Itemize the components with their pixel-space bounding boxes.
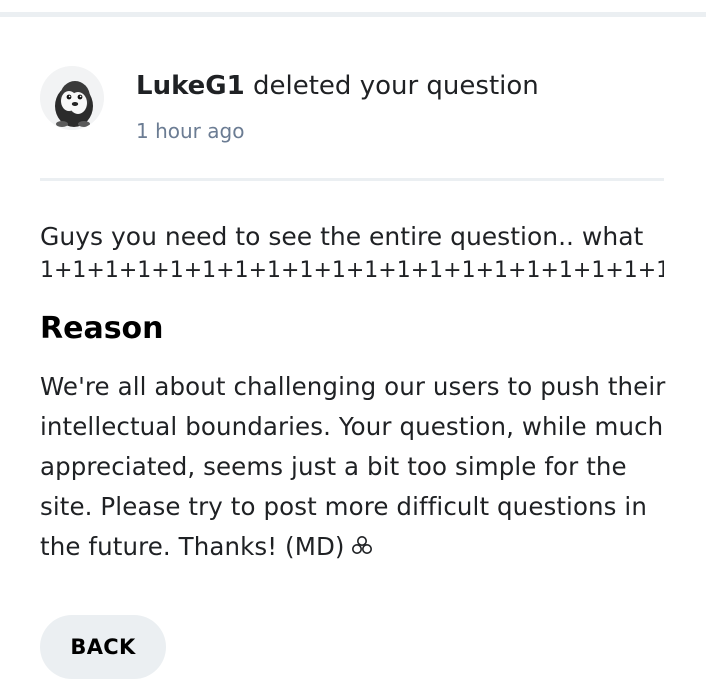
top-divider [0, 12, 706, 17]
notification-header: LukeG1 deleted your question 1 hour ago [40, 64, 664, 143]
penguin-icon [40, 66, 104, 130]
notification-time: 1 hour ago [136, 119, 245, 143]
notification-action: deleted your question [244, 71, 539, 101]
reason-heading: Reason [40, 311, 164, 346]
back-button[interactable]: BACK [40, 615, 166, 679]
question-line-1: Guys you need to see the entire question… [40, 222, 644, 251]
question-line-2: 1+1+1+1+1+1+1+1+1+1+1+1+1+1+1+1+1+1+1+1+… [40, 258, 664, 283]
avatar[interactable] [40, 66, 104, 130]
deleted-question: Guys you need to see the entire question… [40, 218, 664, 286]
username-link[interactable]: LukeG1 [136, 71, 245, 101]
reason-text-block: We're all about challenging our users to… [40, 367, 670, 567]
clover-outline-icon [351, 529, 373, 554]
divider [40, 178, 664, 181]
notification-title: LukeG1 deleted your question [136, 70, 539, 102]
